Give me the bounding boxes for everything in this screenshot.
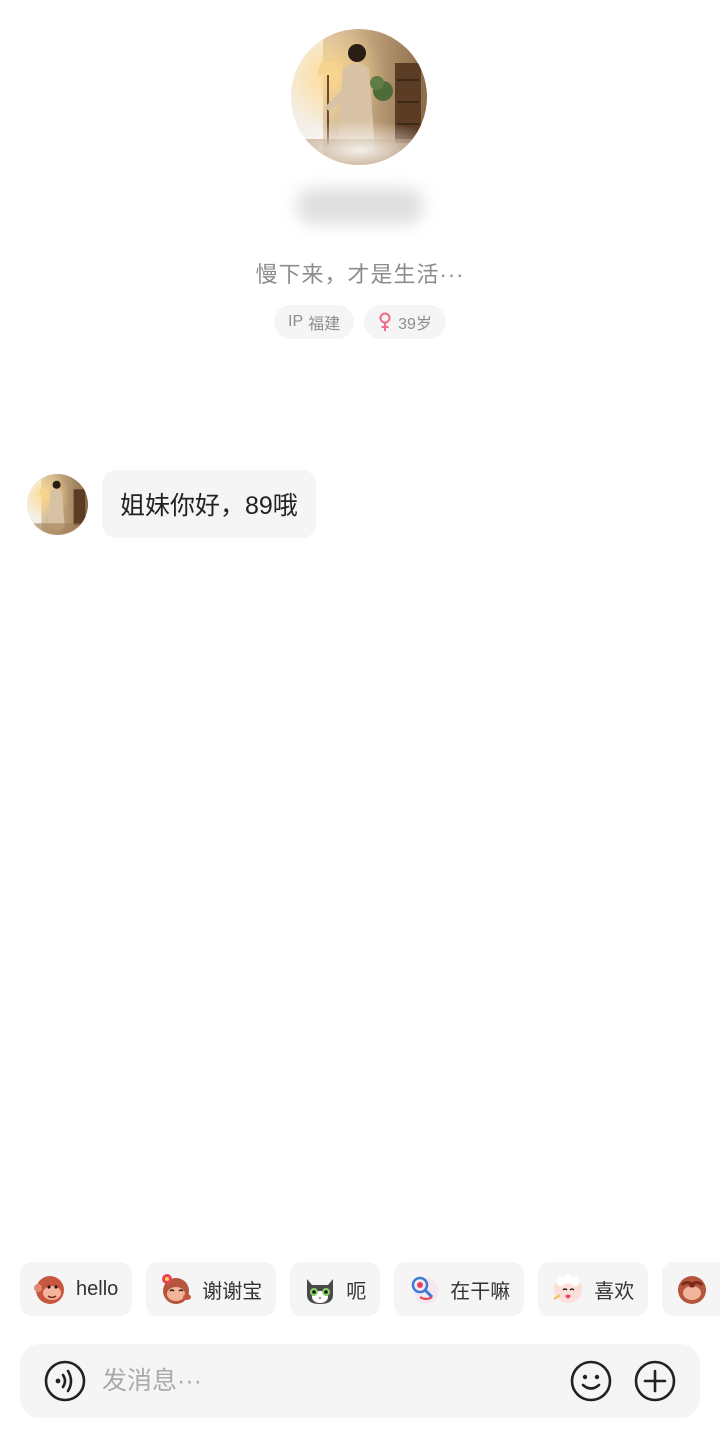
quick-reply-hello[interactable]: hello [20,1262,133,1316]
monkey-shy-sticker-icon [678,1276,707,1304]
message-input[interactable] [102,1366,570,1396]
cat-sticker-icon [307,1279,334,1304]
female-icon [379,312,391,331]
quick-reply-like[interactable]: 喜欢 [538,1262,649,1316]
quick-reply-thanks[interactable]: 谢谢宝 [146,1262,277,1316]
quick-reply-uh[interactable]: 呃 [290,1262,381,1316]
quick-reply-what-doing[interactable]: 在干嘛 [394,1262,525,1316]
sender-avatar[interactable] [27,473,88,535]
quick-reply-label: 在干嘛 [450,1280,511,1303]
quick-reply-shy[interactable] [662,1262,720,1316]
profile-tags: IP 福建 39岁 [0,305,720,339]
ip-location-tag: IP 福建 [274,305,355,339]
quick-reply-label: 喜欢 [594,1280,635,1303]
quick-reply-label: hello [76,1277,119,1300]
message-input-bar [20,1344,700,1418]
ip-prefix: IP [288,313,304,330]
plus-icon[interactable] [634,1360,676,1402]
message-row: 姐妹你好，89哦 [27,470,316,538]
magnifier-sticker-icon [412,1276,439,1304]
profile-bio: 慢下来，才是生活··· [255,262,465,287]
monkey-flower-sticker-icon [162,1274,192,1304]
avatar-fade [276,120,444,180]
voice-icon[interactable] [44,1360,86,1402]
ip-location-label: 福建 [308,316,341,333]
profile-name-blurred [296,188,424,224]
quick-reply-bar: hello 谢谢宝 呃 在干嘛 喜欢 [20,1262,720,1316]
smiley-icon[interactable] [570,1360,612,1402]
quick-reply-label: 呃 [346,1280,367,1303]
age-label: 39岁 [398,316,432,333]
age-tag: 39岁 [364,305,446,339]
message-bubble[interactable]: 姐妹你好，89哦 [102,470,316,538]
sheep-sticker-icon [553,1274,583,1303]
quick-reply-label: 谢谢宝 [202,1280,263,1303]
chat-page: 慢下来，才是生活··· IP 福建 39岁 姐妹你好，89哦 hello 谢谢宝… [0,0,720,1432]
monkey-sticker-icon [34,1276,64,1304]
